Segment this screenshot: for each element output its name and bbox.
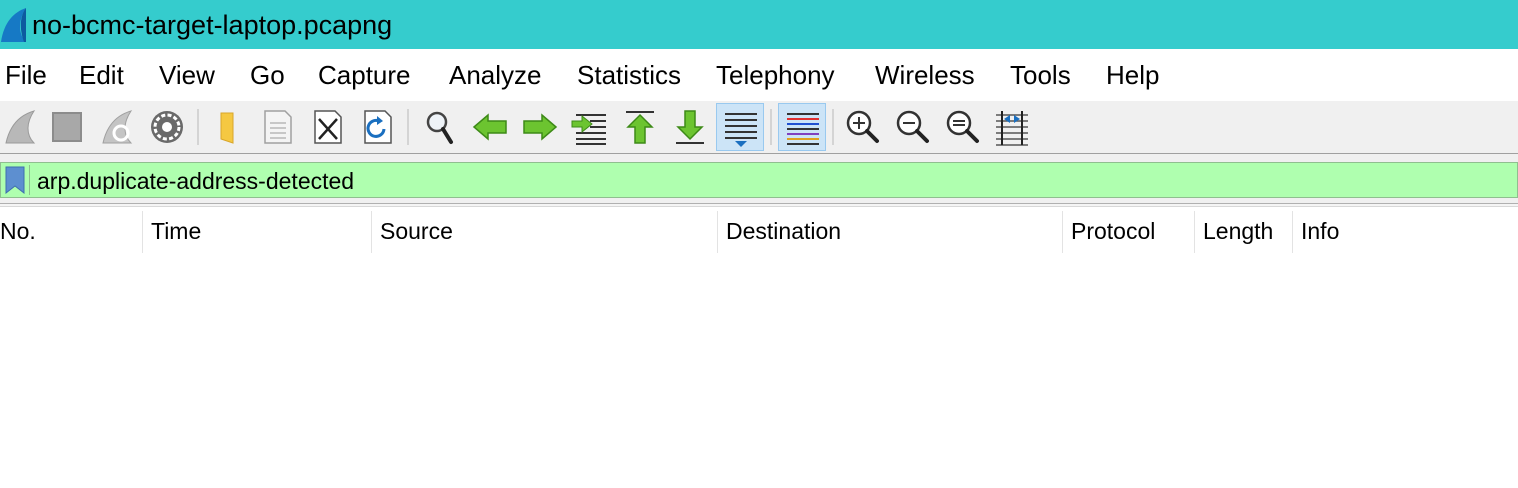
- go-forward-icon: [523, 113, 558, 141]
- go-forward-button[interactable]: [516, 103, 564, 151]
- restart-capture-button[interactable]: [93, 103, 141, 151]
- reload-file-icon: [364, 110, 392, 144]
- main-toolbar: [0, 101, 1518, 153]
- normal-size-icon: [946, 110, 979, 143]
- zoom-out-button[interactable]: [888, 103, 936, 151]
- reload-file-button[interactable]: [353, 103, 401, 151]
- start-capture-icon: [5, 110, 36, 144]
- go-to-first-packet-button[interactable]: [616, 103, 664, 151]
- start-capture-button[interactable]: [0, 103, 44, 151]
- menu-telephony[interactable]: Telephony: [716, 60, 835, 90]
- find-packet-button[interactable]: [416, 103, 464, 151]
- open-file-button[interactable]: [203, 103, 251, 151]
- column-label: Protocol: [1071, 218, 1156, 244]
- column-header-no[interactable]: No.: [0, 207, 143, 255]
- filter-divider: [29, 165, 30, 195]
- auto-scroll-icon: [725, 113, 757, 147]
- column-label: Destination: [726, 218, 842, 244]
- close-file-button[interactable]: [303, 103, 351, 151]
- go-back-button[interactable]: [466, 103, 514, 151]
- resize-columns-button[interactable]: [988, 103, 1036, 151]
- save-file-icon: [264, 110, 292, 144]
- title-bar: no-bcmc-target-laptop.pcapng: [0, 0, 1518, 49]
- column-header-protocol[interactable]: Protocol: [1063, 207, 1195, 255]
- packet-list-header: No. Time Source Destination Protocol Len…: [0, 207, 1518, 255]
- capture-options-icon: [151, 111, 183, 143]
- toolbar-separator: [407, 109, 409, 145]
- save-file-button[interactable]: [253, 103, 301, 151]
- column-label: No.: [0, 218, 36, 244]
- menu-wireless[interactable]: Wireless: [875, 60, 975, 90]
- column-header-time[interactable]: Time: [143, 207, 372, 255]
- display-filter-input[interactable]: arp.duplicate-address-detected: [0, 162, 1518, 198]
- column-header-length[interactable]: Length: [1195, 207, 1293, 255]
- menu-edit[interactable]: Edit: [79, 60, 124, 90]
- auto-scroll-button[interactable]: [716, 103, 764, 151]
- menu-view[interactable]: View: [159, 60, 215, 90]
- menu-bar: File Edit View Go Capture Analyze Statis…: [0, 49, 1518, 101]
- menu-capture[interactable]: Capture: [318, 60, 411, 90]
- toolbar-separator: [197, 109, 199, 145]
- column-header-destination[interactable]: Destination: [718, 207, 1063, 255]
- column-label: Source: [380, 218, 453, 244]
- open-file-icon: [220, 112, 234, 144]
- menu-analyze[interactable]: Analyze: [449, 60, 542, 90]
- packet-list[interactable]: [0, 255, 1518, 488]
- resize-columns-icon: [996, 111, 1028, 146]
- stop-capture-button[interactable]: [43, 103, 91, 151]
- menu-help[interactable]: Help: [1106, 60, 1159, 90]
- column-header-source[interactable]: Source: [372, 207, 718, 255]
- capture-options-button[interactable]: [143, 103, 191, 151]
- display-filter-value[interactable]: arp.duplicate-address-detected: [37, 168, 354, 194]
- go-back-icon: [472, 113, 507, 141]
- colorize-icon: [787, 113, 819, 145]
- zoom-in-button[interactable]: [838, 103, 886, 151]
- column-header-info[interactable]: Info: [1293, 207, 1518, 255]
- toolbar-separator: [770, 109, 772, 145]
- bookmark-icon[interactable]: [4, 166, 26, 194]
- restart-capture-icon: [102, 110, 133, 144]
- go-to-first-packet-icon: [626, 111, 654, 144]
- zoom-out-icon: [896, 110, 929, 143]
- go-to-packet-icon: [571, 114, 606, 145]
- go-to-last-packet-icon: [676, 110, 704, 144]
- colorize-button[interactable]: [778, 103, 826, 151]
- column-label: Time: [151, 218, 202, 244]
- normal-size-button[interactable]: [938, 103, 986, 151]
- menu-tools[interactable]: Tools: [1010, 60, 1071, 90]
- wireshark-fin-icon: [1, 8, 26, 42]
- zoom-in-icon: [846, 110, 879, 143]
- menu-file[interactable]: File: [5, 60, 47, 90]
- menu-statistics[interactable]: Statistics: [577, 60, 681, 90]
- column-label: Length: [1203, 218, 1274, 244]
- window-title: no-bcmc-target-laptop.pcapng: [32, 10, 393, 40]
- go-to-last-packet-button[interactable]: [666, 103, 714, 151]
- filter-toolbar: arp.duplicate-address-detected: [0, 153, 1518, 207]
- stop-capture-icon: [52, 112, 82, 142]
- toolbar-separator: [832, 109, 834, 145]
- find-packet-icon: [426, 111, 453, 144]
- close-file-icon: [314, 110, 342, 144]
- menu-go[interactable]: Go: [250, 60, 285, 90]
- column-label: Info: [1301, 218, 1340, 244]
- go-to-packet-button[interactable]: [566, 103, 614, 151]
